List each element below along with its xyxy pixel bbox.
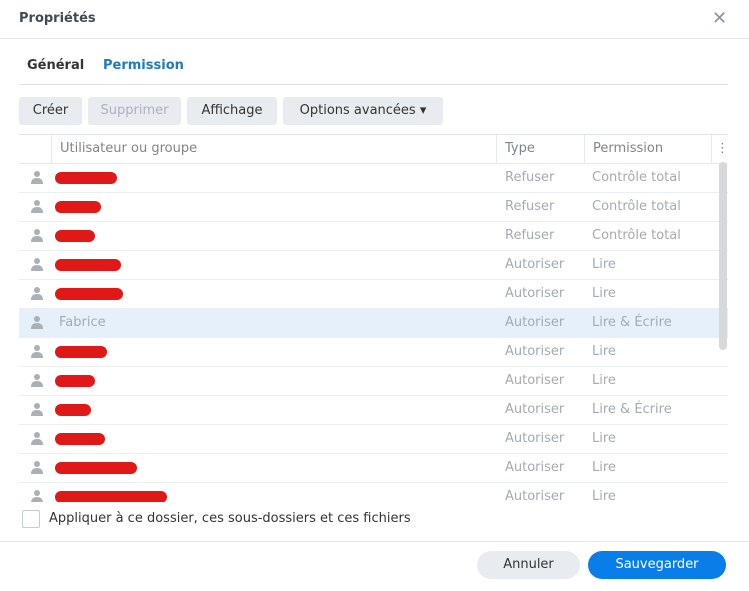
type-cell: Autoriser	[505, 286, 565, 301]
type-cell: Autoriser	[505, 373, 565, 388]
permission-cell: Lire	[592, 460, 616, 475]
table-row[interactable]: Autoriser Lire & Écrire	[19, 396, 728, 425]
user-icon	[31, 171, 43, 184]
user-icon	[31, 432, 43, 445]
header-user[interactable]: Utilisateur ou groupe	[60, 141, 197, 156]
permission-table: Utilisateur ou groupe Type Permission ⋮ …	[19, 134, 728, 502]
user-icon	[31, 490, 43, 502]
redaction-mark	[55, 491, 167, 502]
type-cell: Refuser	[505, 170, 555, 185]
type-cell: Autoriser	[505, 402, 565, 417]
table-row[interactable]: Autoriser Lire	[19, 367, 728, 396]
table-row[interactable]: Autoriser Lire	[19, 280, 728, 309]
permission-cell: Lire	[592, 373, 616, 388]
user-icon	[31, 403, 43, 416]
redaction-mark	[55, 462, 137, 474]
create-button[interactable]: Créer	[19, 97, 82, 125]
permission-cell: Lire	[592, 286, 616, 301]
apply-checkbox[interactable]	[22, 510, 40, 528]
redaction-mark	[55, 172, 117, 184]
divider	[0, 38, 749, 39]
permission-cell: Lire	[592, 431, 616, 446]
column-menu-icon[interactable]: ⋮	[716, 141, 728, 156]
permission-cell: Contrôle total	[592, 199, 681, 214]
user-icon	[31, 258, 43, 271]
user-icon	[31, 374, 43, 387]
table-row[interactable]: Autoriser Lire	[19, 483, 728, 502]
cancel-button[interactable]: Annuler	[477, 551, 580, 579]
permission-cell: Lire	[592, 489, 616, 502]
redaction-mark	[55, 375, 95, 387]
header-type[interactable]: Type	[505, 141, 535, 156]
user-icon	[31, 200, 43, 213]
user-icon	[31, 229, 43, 242]
table-header: Utilisateur ou groupe Type Permission ⋮	[19, 135, 728, 164]
type-cell: Autoriser	[505, 489, 565, 502]
type-cell: Refuser	[505, 199, 555, 214]
type-cell: Autoriser	[505, 315, 565, 330]
redaction-mark	[55, 288, 123, 300]
divider	[0, 541, 749, 542]
table-row[interactable]: Refuser Contrôle total	[19, 222, 728, 251]
table-row[interactable]: Refuser Contrôle total	[19, 164, 728, 193]
permission-cell: Lire	[592, 344, 616, 359]
tab-permission[interactable]: Permission	[103, 58, 184, 73]
header-permission[interactable]: Permission	[593, 141, 663, 156]
user-icon	[31, 316, 43, 329]
advanced-options-button[interactable]: Options avancées ▾	[283, 97, 443, 125]
dialog-title: Propriétés	[19, 11, 96, 26]
user-icon	[31, 461, 43, 474]
delete-button[interactable]: Supprimer	[88, 97, 181, 125]
redaction-mark	[55, 346, 107, 358]
user-icon	[31, 345, 43, 358]
tab-bar: Général Permission	[19, 58, 728, 85]
user-icon	[31, 287, 43, 300]
permission-cell: Contrôle total	[592, 170, 681, 185]
type-cell: Autoriser	[505, 431, 565, 446]
redaction-mark	[55, 433, 105, 445]
display-button[interactable]: Affichage	[187, 97, 277, 125]
redaction-mark	[55, 404, 91, 416]
table-row[interactable]: Autoriser Lire	[19, 425, 728, 454]
table-row[interactable]: Fabrice Autoriser Lire & Écrire	[19, 309, 728, 338]
redaction-mark	[55, 230, 95, 242]
table-row[interactable]: Refuser Contrôle total	[19, 193, 728, 222]
type-cell: Autoriser	[505, 460, 565, 475]
type-cell: Refuser	[505, 228, 555, 243]
tab-general[interactable]: Général	[27, 58, 84, 73]
table-row[interactable]: Autoriser Lire	[19, 251, 728, 280]
type-cell: Autoriser	[505, 344, 565, 359]
save-button[interactable]: Sauvegarder	[588, 551, 726, 579]
type-cell: Autoriser	[505, 257, 565, 272]
scrollbar[interactable]	[719, 162, 727, 350]
permission-cell: Lire & Écrire	[592, 402, 672, 417]
table-row[interactable]: Autoriser Lire	[19, 338, 728, 367]
apply-checkbox-label: Appliquer à ce dossier, ces sous-dossier…	[49, 511, 411, 526]
close-icon[interactable]: ✕	[712, 8, 727, 29]
permission-cell: Lire	[592, 257, 616, 272]
user-name: Fabrice	[59, 315, 106, 330]
redaction-mark	[55, 259, 121, 271]
permission-cell: Lire & Écrire	[592, 315, 672, 330]
table-row[interactable]: Autoriser Lire	[19, 454, 728, 483]
redaction-mark	[55, 201, 101, 213]
permission-cell: Contrôle total	[592, 228, 681, 243]
